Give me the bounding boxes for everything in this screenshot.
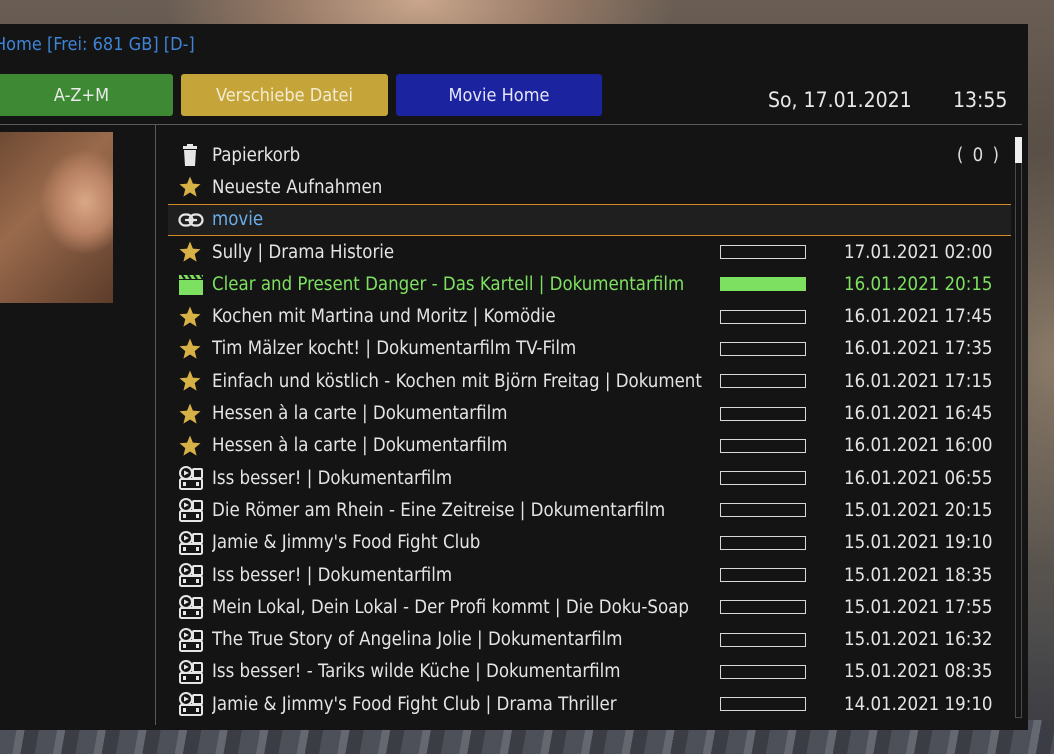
recording-date: 15.01.2021 20:15 <box>844 499 993 521</box>
recording-date: 16.01.2021 17:15 <box>844 370 993 392</box>
recording-progress-bar <box>720 341 806 356</box>
recording-progress-bar <box>720 568 806 582</box>
current-time: 13:55 <box>953 88 1008 112</box>
recording-title: Clear and Present Danger - Das Kartell |… <box>212 273 685 295</box>
movie-browser-panel: Home [Frei: 681 GB] [D-] A-Z+M Verschieb… <box>0 24 1028 730</box>
film-reel-icon <box>178 692 203 717</box>
recording-title: Sully | Drama Historie <box>212 241 395 263</box>
directory-count: ( 0 ) <box>956 144 1001 166</box>
recording-progress-bar <box>720 600 806 615</box>
recording-date: 16.01.2021 20:15 <box>844 273 993 295</box>
recording-title: Iss besser! | Dokumentarfilm <box>212 564 453 586</box>
recording-date: 16.01.2021 17:35 <box>844 338 993 360</box>
list-scrollbar-thumb[interactable] <box>1015 137 1022 163</box>
recording-progress-bar <box>720 438 806 453</box>
film-reel-icon <box>178 563 203 587</box>
star-icon <box>178 434 202 458</box>
recording-title: Iss besser! - Tariks wilde Küche | Dokum… <box>212 661 621 683</box>
film-reel-icon <box>178 498 203 523</box>
recording-item[interactable]: Kochen mit Martina und Moritz | Komödie 1… <box>168 300 1011 332</box>
recording-date: 16.01.2021 16:00 <box>844 435 993 457</box>
recording-item[interactable]: Clear and Present Danger - Das Kartell |… <box>168 268 1011 300</box>
recording-date: 16.01.2021 16:45 <box>844 403 993 425</box>
movie-home-button[interactable]: Movie Home <box>396 74 602 116</box>
film-reel-icon <box>178 595 203 620</box>
directory-item[interactable]: movie <box>168 203 1011 236</box>
sort-button[interactable]: A-Z+M <box>0 74 173 116</box>
recording-progress-bar <box>720 471 806 486</box>
film-reel-icon <box>178 466 203 491</box>
recording-date: 17.01.2021 02:00 <box>844 241 993 263</box>
recording-item[interactable]: Hessen à la carte | Dokumentarfilm 16.01.… <box>168 397 1011 429</box>
recording-title: The True Story of Angelina Jolie | Dokum… <box>212 629 623 651</box>
movie-list: Papierkorb ( 0 ) Neueste Aufnahmen movie Sul… <box>168 139 1011 720</box>
recording-item[interactable]: Mein Lokal, Dein Lokal - Der Profi kommt… <box>168 591 1011 623</box>
recording-title: Mein Lokal, Dein Lokal - Der Profi kommt… <box>212 596 689 618</box>
list-scrollbar[interactable] <box>1015 137 1022 718</box>
recording-progress-bar <box>720 632 806 647</box>
recording-title: Einfach und köstlich - Kochen mit Björn … <box>212 370 702 392</box>
recording-item[interactable]: Die Römer am Rhein - Eine Zeitreise | Do… <box>168 494 1011 526</box>
recording-item[interactable]: Iss besser! | Dokumentarfilm 15.01.2021 1… <box>168 559 1011 591</box>
directory-label: movie <box>212 209 264 231</box>
recording-date: 15.01.2021 18:35 <box>844 564 993 586</box>
recording-item[interactable]: Iss besser! | Dokumentarfilm 16.01.2021 0… <box>168 462 1011 494</box>
star-icon <box>178 240 202 264</box>
recording-title: Hessen à la carte | Dokumentarfilm <box>212 435 508 457</box>
recording-item[interactable]: Jamie & Jimmy's Food Fight Club | Drama … <box>168 688 1011 720</box>
recording-item[interactable]: Sully | Drama Historie 17.01.2021 02:00 <box>168 236 1011 268</box>
recording-progress-bar <box>720 503 806 518</box>
recording-date: 15.01.2021 16:32 <box>844 629 993 651</box>
recording-date: 16.01.2021 17:45 <box>844 306 993 328</box>
recording-progress-bar <box>720 535 806 550</box>
film-reel-icon <box>178 530 203 555</box>
recording-item[interactable]: The True Story of Angelina Jolie | Dokum… <box>168 623 1011 655</box>
recording-item[interactable]: Hessen à la carte | Dokumentarfilm 16.01.… <box>168 430 1011 462</box>
recording-title: Die Römer am Rhein - Eine Zeitreise | Do… <box>212 499 666 521</box>
preview-divider <box>155 125 156 725</box>
recording-progress-bar <box>720 406 806 421</box>
recording-title: Jamie & Jimmy's Food Fight Club | Drama … <box>212 693 617 715</box>
film-reel-icon <box>178 627 203 652</box>
header-divider <box>0 124 1022 125</box>
recording-title: Kochen mit Martina und Moritz | Komödie <box>212 306 556 328</box>
preview-thumbnail <box>0 132 113 303</box>
recording-date: 14.01.2021 19:10 <box>844 693 993 715</box>
star-icon <box>178 369 202 393</box>
recording-item[interactable]: Tim Mälzer kocht! | Dokumentarfilm TV-Fi… <box>168 333 1011 365</box>
recording-progress-bar <box>720 277 806 292</box>
recording-title: Hessen à la carte | Dokumentarfilm <box>212 403 508 425</box>
recording-progress-bar <box>720 309 806 324</box>
recording-item[interactable]: Jamie & Jimmy's Food Fight Club 15.01.202… <box>168 527 1011 559</box>
star-icon <box>178 337 202 361</box>
recording-date: 15.01.2021 19:10 <box>844 532 993 554</box>
recording-date: 16.01.2021 06:55 <box>844 467 993 489</box>
clapperboard-icon <box>178 272 204 296</box>
recording-date: 15.01.2021 08:35 <box>844 661 993 683</box>
recording-progress-bar <box>720 374 806 389</box>
directory-item[interactable]: Papierkorb ( 0 ) <box>168 139 1011 171</box>
star-icon <box>178 175 202 199</box>
recording-title: Tim Mälzer kocht! | Dokumentarfilm TV-Fi… <box>212 338 577 360</box>
recording-title: Jamie & Jimmy's Food Fight Club <box>212 532 481 554</box>
recording-item[interactable]: Einfach und köstlich - Kochen mit Björn … <box>168 365 1011 397</box>
recording-date: 15.01.2021 17:55 <box>844 596 993 618</box>
directory-item[interactable]: Neueste Aufnahmen <box>168 171 1011 203</box>
star-icon <box>178 305 202 329</box>
directory-label: Neueste Aufnahmen <box>212 176 383 198</box>
current-date: So, 17.01.2021 <box>768 88 912 112</box>
directory-label: Papierkorb <box>212 144 301 166</box>
recording-item[interactable]: Iss besser! - Tariks wilde Küche | Dokum… <box>168 656 1011 688</box>
trash-icon <box>178 143 202 167</box>
move-file-button[interactable]: Verschiebe Datei <box>181 74 388 116</box>
film-reel-icon <box>178 659 203 684</box>
link-icon <box>178 208 204 232</box>
recording-progress-bar <box>720 697 806 712</box>
recording-title: Iss besser! | Dokumentarfilm <box>212 467 453 489</box>
star-icon <box>178 402 202 426</box>
recording-progress-bar <box>720 664 806 679</box>
location-title: Home [Frei: 681 GB] [D-] <box>0 34 195 55</box>
recording-progress-bar <box>720 245 806 260</box>
